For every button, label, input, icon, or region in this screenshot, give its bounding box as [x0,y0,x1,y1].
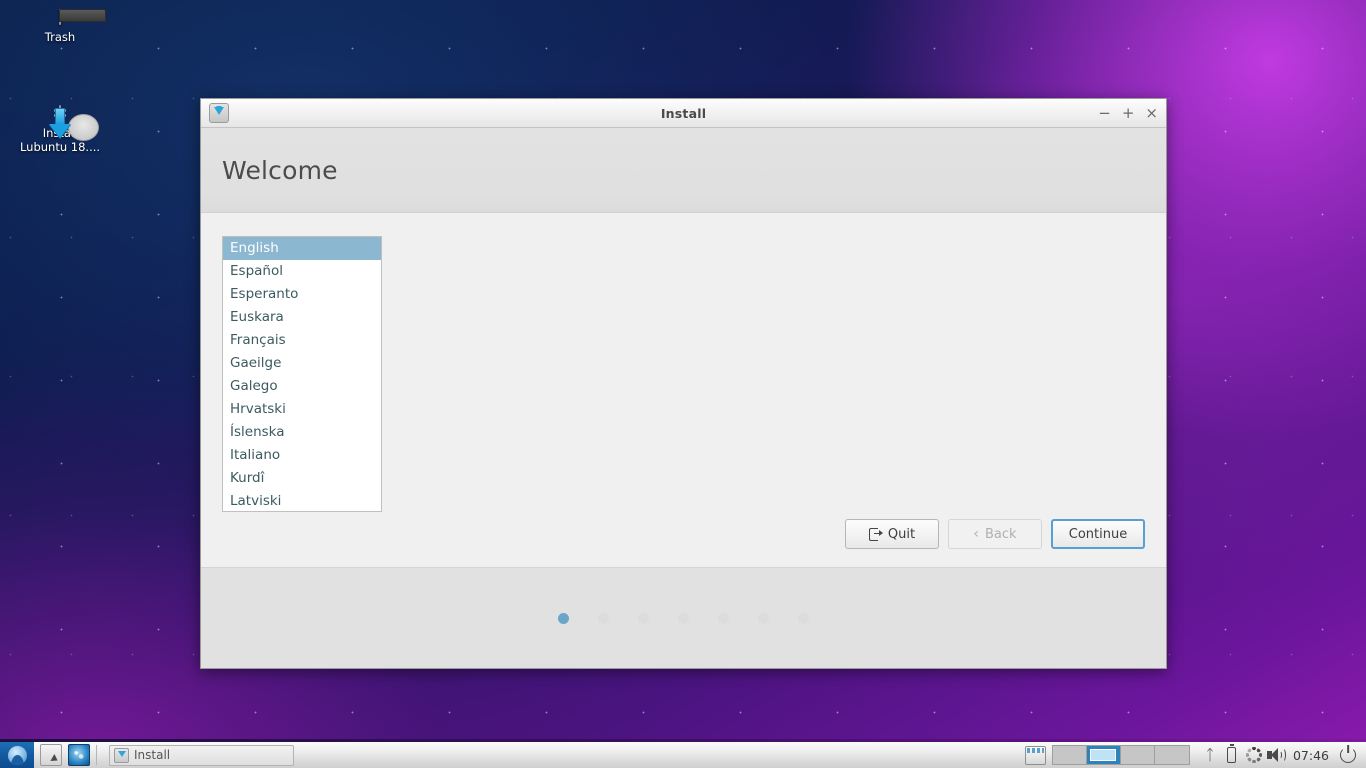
language-list-item[interactable]: Hrvatski [223,398,381,421]
language-list-item[interactable]: Français [223,329,381,352]
close-button[interactable]: × [1145,106,1158,121]
trash-icon [0,10,120,24]
maximize-button[interactable]: + [1122,106,1135,121]
page-title: Welcome [201,156,338,185]
installer-window: Install − + × Welcome EnglishEspañolEspe… [200,98,1167,669]
navigation-buttons: Quit ‹ Back Continue [845,519,1145,549]
minimize-button[interactable]: − [1098,106,1111,121]
continue-button[interactable]: Continue [1051,519,1145,549]
taskbar-separator [96,745,97,765]
bluetooth-icon[interactable]: ᛏ [1199,742,1221,768]
page-header: Welcome [201,128,1166,213]
desktop-icon-install-label-line2: Lubuntu 18.... [20,140,100,154]
quit-button[interactable]: Quit [845,519,939,549]
chevron-left-icon: ‹ [973,527,979,541]
back-button-label: Back [985,527,1017,542]
progress-dot [678,613,689,624]
installer-icon [114,748,129,763]
quit-button-label: Quit [888,527,915,542]
back-button[interactable]: ‹ Back [948,519,1042,549]
language-list-item[interactable]: English [223,237,381,260]
lubuntu-logo-icon [8,746,27,765]
taskbar-task-label: Install [134,748,170,762]
application-menu-button[interactable] [0,742,34,768]
progress-dots [558,613,809,624]
continue-button-label: Continue [1069,527,1127,542]
workspace-cell[interactable] [1053,746,1087,764]
installer-icon [209,103,229,123]
taskbar-task-install[interactable]: Install [109,745,294,766]
network-spinner-icon[interactable] [1243,742,1265,768]
language-list-item[interactable]: Italiano [223,444,381,467]
progress-dot [758,613,769,624]
desktop-icon-trash[interactable]: Trash [0,10,120,44]
window-controls: − + × [1098,99,1158,128]
exit-icon [869,528,882,541]
progress-dot [558,613,569,624]
language-list-item[interactable]: Euskara [223,306,381,329]
language-list-item[interactable]: Kurdî [223,467,381,490]
workspace-cell[interactable] [1121,746,1155,764]
taskbar: Install ᛏ 07:46 [0,741,1366,768]
desktop: Trash Install Lubuntu 18.... Install − +… [0,0,1366,768]
system-tray: ᛏ 07:46 [1025,742,1366,768]
web-browser-icon[interactable] [68,744,90,766]
progress-dot [798,613,809,624]
power-icon[interactable] [1337,742,1359,768]
workspace-cell[interactable] [1155,746,1189,764]
window-list-icon[interactable] [1025,746,1046,765]
page-body: EnglishEspañolEsperantoEuskaraFrançaisGa… [201,213,1166,567]
file-manager-icon[interactable] [40,744,62,766]
page-footer [201,567,1166,668]
volume-icon[interactable] [1265,742,1287,768]
desktop-icon-install-lubuntu[interactable]: Install Lubuntu 18.... [0,106,120,154]
language-list[interactable]: EnglishEspañolEsperantoEuskaraFrançaisGa… [222,236,382,512]
window-title: Install [201,106,1166,121]
workspace-pager[interactable] [1052,745,1190,765]
language-list-item[interactable]: Galego [223,375,381,398]
language-list-item[interactable]: Íslenska [223,421,381,444]
language-list-item[interactable]: Esperanto [223,283,381,306]
language-list-item[interactable]: Español [223,260,381,283]
drive-download-icon [0,106,120,120]
language-list-item[interactable]: Latviski [223,490,381,512]
progress-dot [718,613,729,624]
workspace-window-thumb [1090,749,1116,761]
clock[interactable]: 07:46 [1287,748,1337,763]
workspace-cell[interactable] [1087,746,1121,764]
battery-icon[interactable] [1221,742,1243,768]
progress-dot [598,613,609,624]
window-titlebar[interactable]: Install − + × [201,99,1166,128]
desktop-icon-trash-label: Trash [45,30,75,44]
language-list-item[interactable]: Gaeilge [223,352,381,375]
progress-dot [638,613,649,624]
